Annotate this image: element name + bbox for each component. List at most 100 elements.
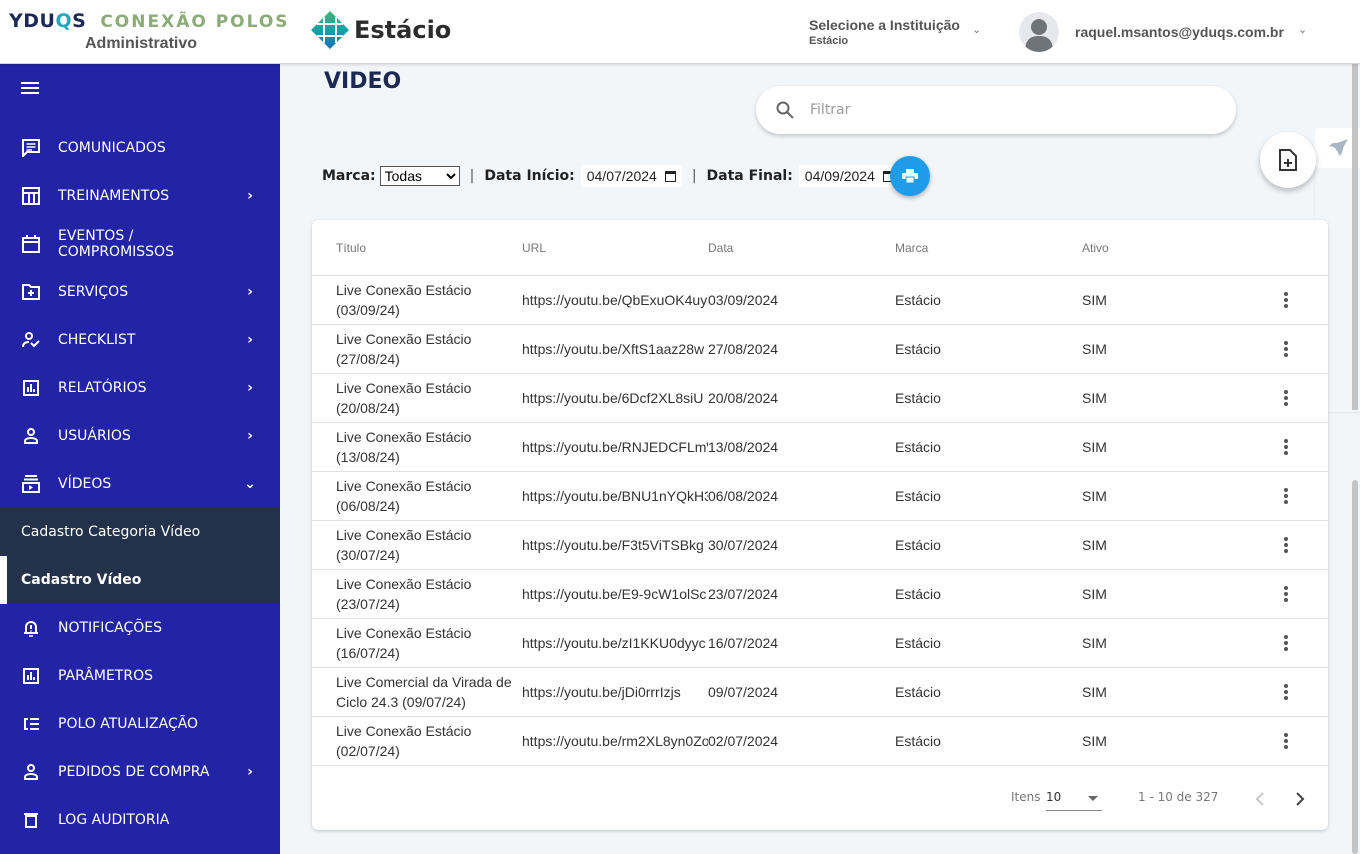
cell-data: 23/07/2024: [708, 586, 779, 602]
avatar[interactable]: [1019, 12, 1059, 52]
more-vert-icon[interactable]: [1277, 486, 1295, 506]
scrollbar[interactable]: [1352, 64, 1358, 410]
chevron-down-icon[interactable]: ⌄: [1298, 23, 1307, 36]
column-header-ativo[interactable]: Ativo: [1082, 241, 1109, 255]
cell-marca: Estácio: [895, 390, 941, 406]
user-silhouette-icon: [1025, 19, 1053, 52]
add-video-button[interactable]: [1260, 132, 1316, 188]
sidebar-item-eventos[interactable]: EVENTOS / COMPROMISSOS: [0, 220, 280, 268]
rocket-icon: [1328, 139, 1348, 156]
cell-url: https://youtu.be/F3t5ViTSBkg: [522, 537, 704, 553]
column-header-url[interactable]: URL: [522, 241, 546, 255]
cell-ativo: SIM: [1082, 733, 1107, 749]
cell-marca: Estácio: [895, 292, 941, 308]
product-name: CONEXÃO POLOS: [100, 12, 290, 32]
search-box[interactable]: [756, 86, 1236, 134]
cell-titulo: Live Conexão Estácio (13/08/24): [336, 429, 472, 465]
chevron-right-icon: ›: [247, 380, 253, 396]
more-vert-icon[interactable]: [1277, 682, 1295, 702]
data-final-label: Data Final:: [706, 168, 793, 184]
cell-data: 20/08/2024: [708, 390, 779, 406]
sidebar-item-videos[interactable]: VÍDEOS ⌄: [0, 460, 280, 508]
data-final-input[interactable]: 04/09/2024: [798, 165, 900, 187]
user-email[interactable]: raquel.msantos@yduqs.com.br: [1075, 24, 1284, 40]
cell-ativo: SIM: [1082, 390, 1107, 406]
more-vert-icon[interactable]: [1277, 290, 1295, 310]
cell-ativo: SIM: [1082, 684, 1107, 700]
chevron-right-icon: ›: [247, 428, 253, 444]
table-row[interactable]: Live Conexão Estácio (27/08/24) https://y…: [312, 325, 1328, 374]
calendar-icon[interactable]: [664, 170, 676, 182]
sidebar-subitem-cadastro-video[interactable]: Cadastro Vídeo: [0, 556, 280, 604]
cell-marca: Estácio: [895, 537, 941, 553]
cell-marca: Estácio: [895, 733, 941, 749]
sidebar-item-usuarios[interactable]: USUÁRIOS ›: [0, 412, 280, 460]
table-row[interactable]: Live Conexão Estácio (23/07/24) https://y…: [312, 570, 1328, 619]
folder-plus-icon: [21, 284, 41, 300]
more-vert-icon[interactable]: [1277, 584, 1295, 604]
scrollbar-thumb[interactable]: [1352, 480, 1358, 854]
sidebar-subitem-cadastro-categoria-video[interactable]: Cadastro Categoria Vídeo: [0, 508, 280, 556]
cell-marca: Estácio: [895, 586, 941, 602]
column-header-marca[interactable]: Marca: [895, 241, 928, 255]
sidebar-item-treinamentos[interactable]: TREINAMENTOS ›: [0, 172, 280, 220]
page-title: VIDEO: [324, 69, 402, 94]
sidebar-item-log-auditoria[interactable]: LOG AUDITORIA: [0, 796, 280, 844]
more-vert-icon[interactable]: [1277, 339, 1295, 359]
cell-ativo: SIM: [1082, 292, 1107, 308]
next-page-button[interactable]: [1290, 788, 1310, 810]
sidebar-item-parametros[interactable]: PARÂMETROS: [0, 652, 280, 700]
bar-chart-icon: [21, 668, 41, 684]
data-inicio-input[interactable]: 04/07/2024: [580, 165, 682, 187]
more-vert-icon[interactable]: [1277, 731, 1295, 751]
estacio-diamond-icon: [311, 11, 349, 49]
chevron-down-icon: ⌄: [244, 476, 256, 492]
file-add-icon: [1279, 149, 1297, 171]
table-icon: [21, 187, 41, 205]
more-vert-icon[interactable]: [1277, 437, 1295, 457]
cell-url: https://youtu.be/rm2XL8yn0Zo: [522, 733, 708, 749]
table-row[interactable]: Live Conexão Estácio (20/08/24) https://y…: [312, 374, 1328, 423]
cell-data: 02/07/2024: [708, 733, 779, 749]
menu-icon[interactable]: [21, 82, 39, 96]
column-header-data[interactable]: Data: [708, 241, 733, 255]
bar-chart-icon: [21, 380, 41, 396]
cell-marca: Estácio: [895, 635, 941, 651]
sidebar-item-notificacoes[interactable]: NOTIFICAÇÕES: [0, 604, 280, 652]
table-row[interactable]: Live Conexão Estácio (30/07/24) https://y…: [312, 521, 1328, 570]
sidebar-item-polo-atualizacao[interactable]: POLO ATUALIZAÇÃO: [0, 700, 280, 748]
cell-url: https://youtu.be/zI1KKU0dyyc: [522, 635, 706, 651]
more-vert-icon[interactable]: [1277, 633, 1295, 653]
sidebar-item-comunicados[interactable]: COMUNICADOS: [0, 124, 280, 172]
sidebar-item-pedidos-de-compra[interactable]: PEDIDOS DE COMPRA ›: [0, 748, 280, 796]
sidebar-item-servicos[interactable]: SERVIÇOS ›: [0, 268, 280, 316]
table-row[interactable]: Live Conexão Estácio (03/09/24) https://y…: [312, 276, 1328, 325]
marca-select[interactable]: Todas: [379, 166, 460, 186]
cell-marca: Estácio: [895, 439, 941, 455]
search-icon: [776, 101, 794, 119]
sidebar-item-checklist[interactable]: CHECKLIST ›: [0, 316, 280, 364]
videos-table-card: Título URL Data Marca Ativo Live Conexão…: [312, 220, 1328, 830]
bell-alert-icon: [21, 619, 41, 637]
table-row[interactable]: Live Conexão Estácio (13/08/24) https://y…: [312, 423, 1328, 472]
sidebar-item-relatorios[interactable]: RELATÓRIOS ›: [0, 364, 280, 412]
cell-ativo: SIM: [1082, 341, 1107, 357]
print-button[interactable]: [890, 156, 930, 196]
previous-page-button[interactable]: [1250, 788, 1270, 810]
more-vert-icon[interactable]: [1277, 535, 1295, 555]
cell-ativo: SIM: [1082, 537, 1107, 553]
column-header-titulo[interactable]: Título: [336, 241, 366, 255]
cell-data: 16/07/2024: [708, 635, 779, 651]
table-row[interactable]: Live Conexão Estácio (16/07/24) https://y…: [312, 619, 1328, 668]
chevron-down-icon[interactable]: ⌄: [972, 23, 981, 36]
chevron-right-icon: ›: [247, 284, 253, 300]
table-row[interactable]: Live Conexão Estácio (06/08/24) https://y…: [312, 472, 1328, 521]
cell-titulo: Live Comercial da Virada de Ciclo 24.3 (…: [336, 674, 512, 710]
table-row[interactable]: Live Conexão Estácio (02/07/24) https://y…: [312, 717, 1328, 766]
items-per-page-select[interactable]: 10: [1046, 785, 1102, 811]
more-vert-icon[interactable]: [1277, 388, 1295, 408]
cell-data: 06/08/2024: [708, 488, 779, 504]
search-input[interactable]: [810, 102, 1190, 118]
institution-selector[interactable]: Selecione a Instituição Estácio: [809, 17, 960, 47]
table-row[interactable]: Live Comercial da Virada de Ciclo 24.3 (…: [312, 668, 1328, 717]
